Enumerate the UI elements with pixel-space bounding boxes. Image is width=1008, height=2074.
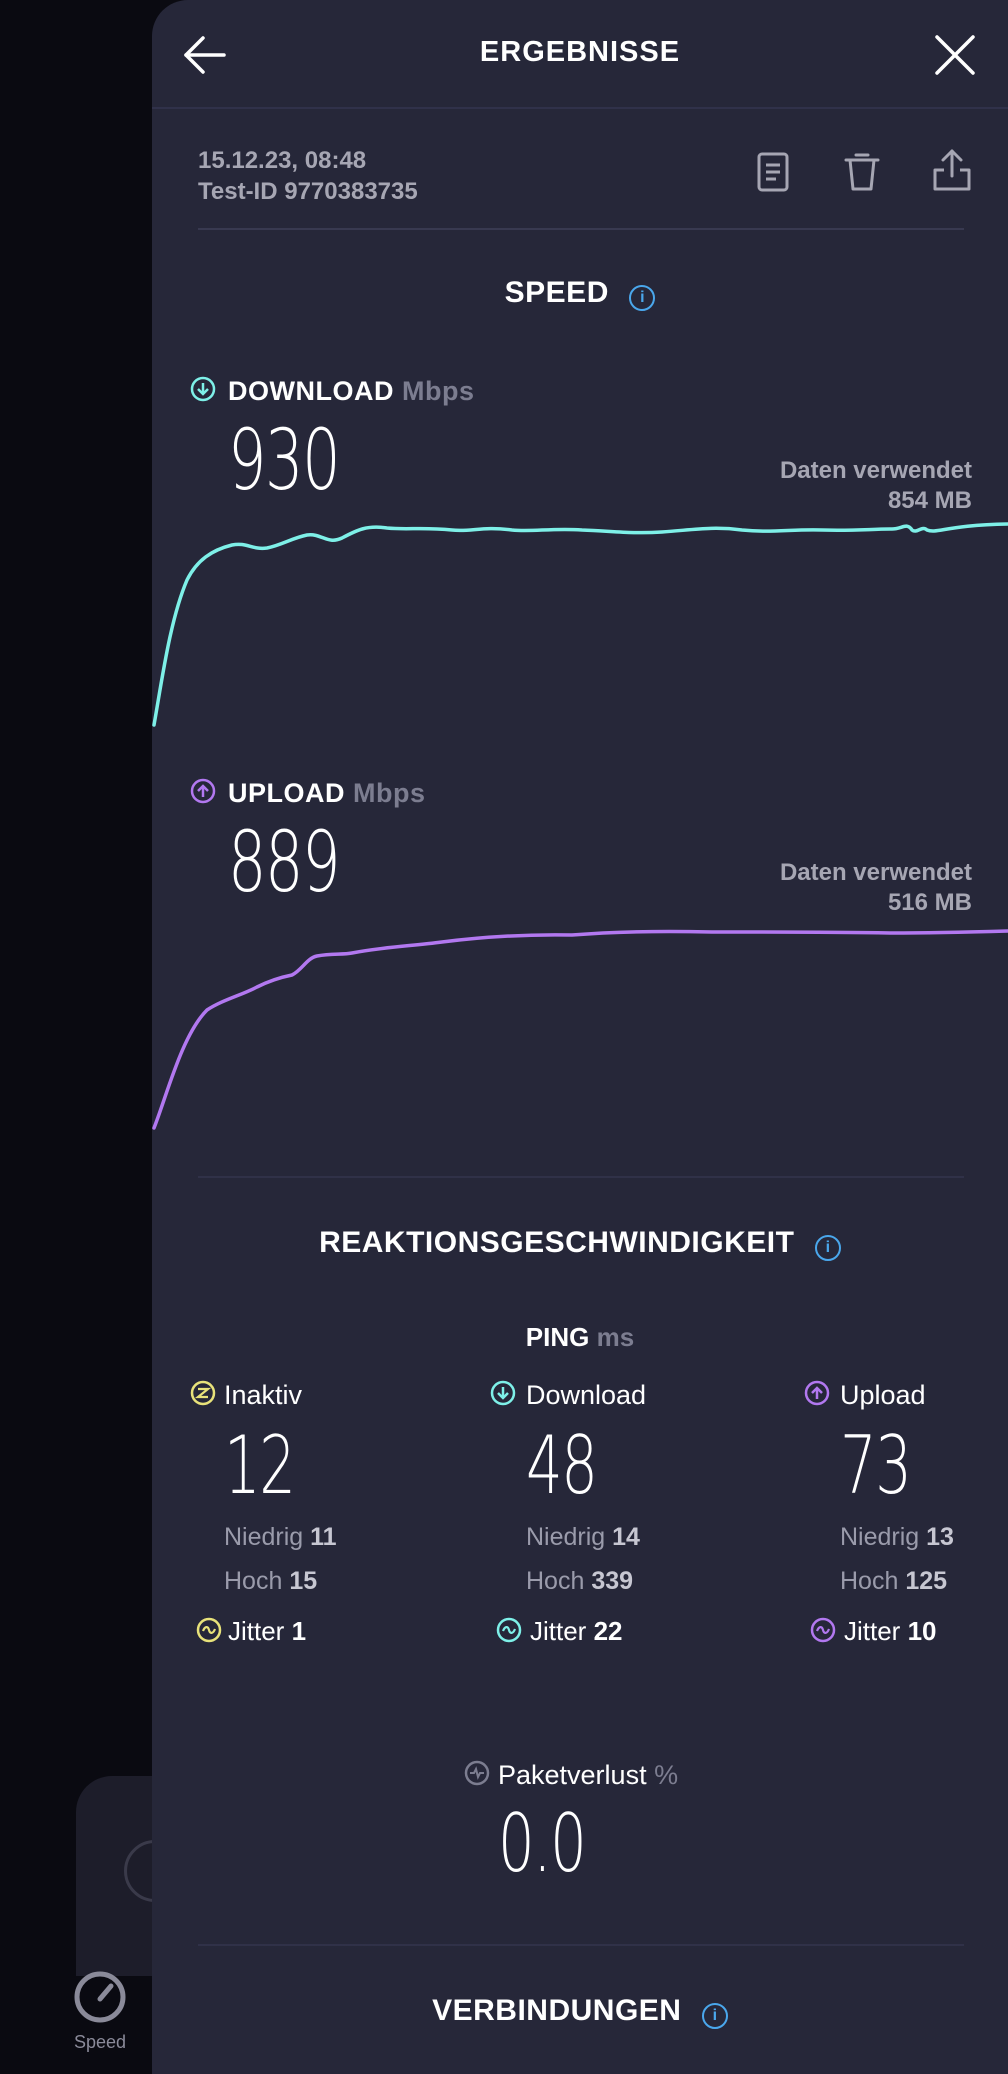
ping-download-high-value: 339 <box>591 1567 634 1595</box>
packet-loss-label-row: Paketverlust % <box>498 1760 678 1791</box>
download-label-row: DOWNLOAD Mbps <box>228 376 475 407</box>
upload-label-row: UPLOAD Mbps <box>228 778 426 809</box>
ping-upload-low: Niedrig 13 <box>840 1523 954 1552</box>
ping-upload-value: 73 <box>840 1419 912 1512</box>
high-label: Hoch <box>224 1567 283 1595</box>
upload-arrow-icon <box>190 778 216 804</box>
share-icon <box>933 149 971 191</box>
info-icon[interactable]: i <box>814 1234 841 1261</box>
trash-icon <box>844 153 880 191</box>
jitter-icon <box>810 1617 836 1643</box>
upload-data-used-label: Daten verwendet <box>779 859 972 886</box>
jitter-label: Jitter <box>228 1616 285 1646</box>
upload-arrow-icon <box>804 1380 830 1406</box>
upload-graph-line <box>152 929 1008 1130</box>
ping-idle-high-value: 15 <box>289 1567 318 1595</box>
upload-graph <box>152 929 1008 1130</box>
low-label: Niedrig <box>526 1523 606 1551</box>
download-data-used-label: Daten verwendet <box>779 457 972 484</box>
ping-upload-high-value: 125 <box>905 1567 948 1595</box>
upload-data-used-value: 516 MB <box>887 889 972 916</box>
low-label: Niedrig <box>840 1523 920 1551</box>
download-label: DOWNLOAD <box>228 376 394 406</box>
download-arrow-icon <box>490 1380 516 1406</box>
ping-upload-low-value: 13 <box>926 1523 954 1551</box>
ping-download-low-value: 14 <box>612 1523 640 1551</box>
ping-download-jitter-value: 22 <box>593 1616 623 1646</box>
speed-divider <box>198 1176 964 1178</box>
jitter-label: Jitter <box>844 1616 901 1646</box>
download-data-used-value: 854 MB <box>887 487 972 514</box>
ping-download-value: 48 <box>526 1419 598 1512</box>
upload-data-used: Daten verwendet 516 MB <box>780 858 972 918</box>
header-divider <box>152 107 1008 109</box>
details-button[interactable] <box>756 152 790 197</box>
ping-download-title: Download <box>526 1380 647 1410</box>
ping-idle-value: 12 <box>224 1419 296 1512</box>
ping-heading: PING ms <box>152 1322 1008 1353</box>
jitter-icon <box>496 1617 522 1643</box>
ping-download-high: Hoch 339 <box>526 1567 633 1596</box>
low-label: Niedrig <box>224 1523 304 1551</box>
ping-unit: ms <box>596 1322 635 1352</box>
jitter-label: Jitter <box>530 1616 587 1646</box>
connections-title: VERBINDUNGEN <box>432 1994 682 2027</box>
speedometer-icon <box>74 1971 126 2023</box>
ping-upload-jitter: Jitter 10 <box>844 1616 937 1647</box>
packet-loss-label: Paketverlust <box>498 1760 647 1790</box>
upload-unit: Mbps <box>353 778 426 808</box>
download-arrow-icon <box>190 376 216 402</box>
info-icon[interactable]: i <box>629 284 656 311</box>
download-graph-line <box>152 522 1008 727</box>
ping-idle-jitter: Jitter 1 <box>228 1616 306 1647</box>
meta-divider <box>198 228 964 230</box>
test-meta: 15.12.23, 08:48 Test-ID 9770383735 <box>198 145 418 207</box>
speed-section-header: SPEED i <box>152 276 1008 311</box>
high-label: Hoch <box>526 1567 585 1595</box>
ping-download-low: Niedrig 14 <box>526 1523 640 1552</box>
upload-label: UPLOAD <box>228 778 345 808</box>
close-button[interactable] <box>932 32 978 83</box>
jitter-icon <box>196 1617 222 1643</box>
document-icon <box>757 152 789 192</box>
packet-loss-unit: % <box>654 1760 679 1790</box>
ping-idle-high: Hoch 15 <box>224 1567 317 1596</box>
background-app <box>0 0 160 2074</box>
test-id: Test-ID 9770383735 <box>198 178 418 205</box>
ping-idle-jitter-value: 1 <box>291 1616 307 1646</box>
delete-button[interactable] <box>844 152 880 197</box>
speed-title: SPEED <box>504 276 609 309</box>
responsiveness-divider <box>198 1944 964 1946</box>
ping-idle-low-value: 11 <box>310 1523 337 1551</box>
high-label: Hoch <box>840 1567 899 1595</box>
packet-loss-value: 0.0 <box>498 1797 587 1890</box>
results-sheet: ERGEBNISSE 15.12.23, 08:48 Test-ID 97703… <box>152 0 1008 2074</box>
idle-icon <box>190 1380 216 1406</box>
download-data-used: Daten verwendet 854 MB <box>780 456 972 516</box>
info-icon[interactable]: i <box>701 2002 728 2029</box>
upload-value: 889 <box>228 813 341 911</box>
ping-idle-title: Inaktiv <box>224 1380 303 1410</box>
nav-tab-speed[interactable]: Speed <box>60 1970 140 2053</box>
ping-upload-title: Upload <box>840 1380 926 1410</box>
page-title: ERGEBNISSE <box>479 36 681 68</box>
ping-label: PING <box>525 1322 590 1352</box>
download-unit: Mbps <box>402 376 475 406</box>
responsiveness-section-header: REAKTIONSGESCHWINDIGKEIT i <box>152 1226 1008 1261</box>
ping-upload-jitter-value: 10 <box>907 1616 937 1646</box>
ping-upload-high: Hoch 125 <box>840 1567 947 1596</box>
ping-download-jitter: Jitter 22 <box>530 1616 623 1647</box>
connections-section-header: VERBINDUNGEN i <box>152 1994 1008 2029</box>
test-date: 15.12.23, 08:48 <box>198 147 367 174</box>
close-icon <box>935 35 975 75</box>
responsiveness-title: REAKTIONSGESCHWINDIGKEIT <box>319 1226 795 1259</box>
share-button[interactable] <box>932 148 972 197</box>
packet-loss-icon <box>464 1760 490 1786</box>
ping-idle-low: Niedrig 11 <box>224 1523 337 1552</box>
nav-tab-speed-label: Speed <box>73 2032 127 2052</box>
download-graph <box>152 522 1008 727</box>
download-value: 930 <box>228 411 341 509</box>
